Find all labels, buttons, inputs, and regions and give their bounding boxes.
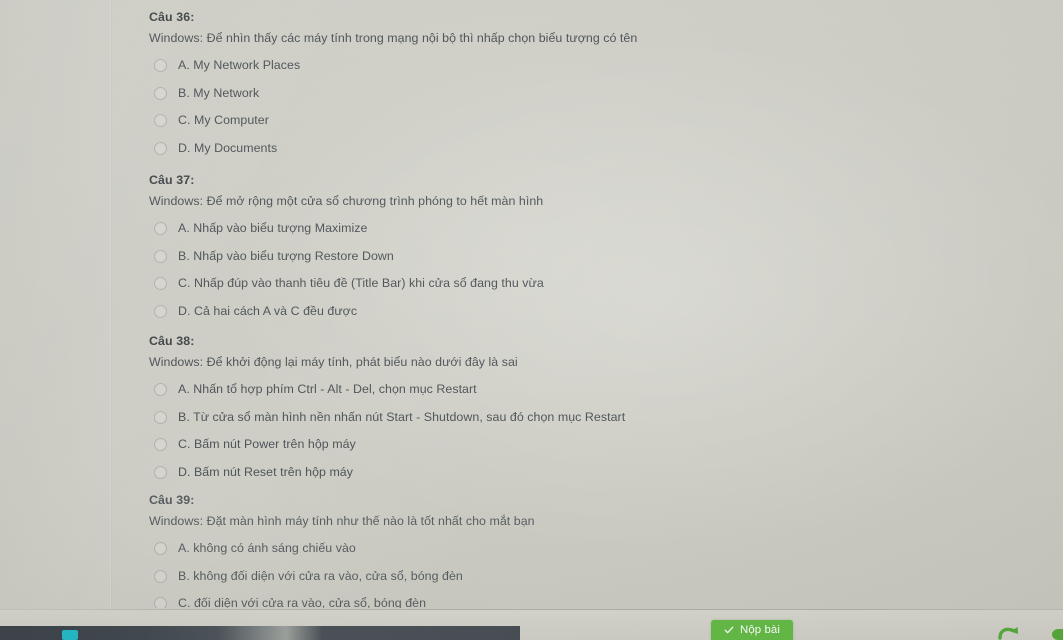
option-label: B. không đối diện với cửa ra vào, cửa sổ… [178, 568, 463, 583]
option-38-b[interactable]: B. Từ cửa sổ màn hình nền nhấn nút Start… [149, 404, 1029, 432]
option-36-c[interactable]: C. My Computer [149, 107, 1029, 135]
option-label: A. Nhấn tổ hợp phím Ctrl - Alt - Del, ch… [178, 382, 477, 397]
option-39-b[interactable]: B. không đối diện với cửa ra vào, cửa sổ… [149, 563, 1029, 591]
submit-button-label: Nộp bài [740, 624, 780, 636]
option-39-c[interactable]: C. đối diện với cửa ra vào, cửa sổ, bóng… [149, 590, 1029, 608]
radio-icon[interactable] [154, 569, 167, 583]
redo-arrow-icon[interactable] [996, 622, 1022, 640]
option-label: C. Bấm nút Power trên hộp máy [178, 437, 356, 452]
radio-icon[interactable] [154, 410, 167, 424]
question-text-37: Windows: Để mở rộng một cửa sổ chương tr… [149, 194, 544, 208]
option-36-a[interactable]: A. My Network Places [149, 52, 1029, 80]
radio-icon[interactable] [154, 222, 167, 236]
option-label: D. Bấm nút Reset trên hộp máy [178, 465, 353, 480]
radio-icon[interactable] [154, 249, 167, 263]
option-label: C. Nhấp đúp vào thanh tiêu đề (Title Bar… [178, 276, 544, 291]
radio-icon[interactable] [154, 86, 167, 100]
question-block-36: Câu 36: Windows: Để nhìn thấy các máy tí… [149, 10, 1029, 162]
radio-icon[interactable] [154, 542, 167, 556]
option-label: D. My Documents [178, 141, 278, 156]
option-37-c[interactable]: C. Nhấp đúp vào thanh tiêu đề (Title Bar… [149, 270, 1029, 298]
radio-icon[interactable] [154, 114, 167, 128]
option-label: C. đối diện với cửa ra vào, cửa sổ, bóng… [178, 596, 427, 608]
option-label: D. Cả hai cách A và C đều được [178, 304, 358, 319]
option-label: A. không có ánh sáng chiếu vào [178, 541, 356, 556]
radio-icon[interactable] [154, 142, 167, 156]
question-number-39: Câu 39: [149, 493, 195, 507]
option-label: B. My Network [178, 85, 260, 100]
radio-icon[interactable] [154, 597, 167, 608]
option-38-c[interactable]: C. Bấm nút Power trên hộp máy [149, 431, 1029, 459]
radio-icon[interactable] [154, 59, 167, 73]
radio-icon[interactable] [154, 277, 167, 291]
option-38-a[interactable]: A. Nhấn tổ hợp phím Ctrl - Alt - Del, ch… [149, 376, 1029, 404]
question-number-36: Câu 36: [149, 10, 195, 24]
option-37-b[interactable]: B. Nhấp vào biểu tượng Restore Down [149, 243, 1029, 271]
question-block-38: Câu 38: Windows: Để khởi động lại máy tí… [149, 334, 1029, 486]
question-text-39: Windows: Đặt màn hình máy tính như thế n… [149, 514, 535, 528]
options-list-38: A. Nhấn tổ hợp phím Ctrl - Alt - Del, ch… [149, 376, 1029, 486]
radio-icon[interactable] [154, 383, 167, 397]
question-text-36: Windows: Để nhìn thấy các máy tính trong… [149, 31, 638, 45]
taskbar-app-icon[interactable] [62, 630, 78, 640]
question-block-37: Câu 37: Windows: Để mở rộng một cửa sổ c… [149, 173, 1029, 325]
green-status-dot[interactable] [1052, 629, 1063, 640]
radio-icon[interactable] [154, 466, 167, 480]
option-label: B. Từ cửa sổ màn hình nền nhấn nút Start… [178, 409, 626, 424]
option-label: C. My Computer [178, 113, 269, 128]
option-37-d[interactable]: D. Cả hai cách A và C đều được [149, 298, 1029, 326]
option-37-a[interactable]: A. Nhấp vào biểu tượng Maximize [149, 215, 1029, 243]
options-list-36: A. My Network Places B. My Network C. My… [149, 52, 1029, 162]
options-list-39: A. không có ánh sáng chiếu vào B. không … [149, 535, 1029, 608]
quiz-question-list: Câu 36: Windows: Để nhìn thấy các máy tí… [0, 0, 1063, 608]
submit-button[interactable]: Nộp bài [711, 620, 793, 640]
option-39-a[interactable]: A. không có ánh sáng chiếu vào [149, 535, 1029, 563]
options-list-37: A. Nhấp vào biểu tượng Maximize B. Nhấp … [149, 215, 1029, 325]
radio-icon[interactable] [154, 305, 167, 319]
radio-icon[interactable] [154, 438, 167, 452]
question-number-38: Câu 38: [149, 334, 195, 348]
option-36-d[interactable]: D. My Documents [149, 135, 1029, 163]
option-36-b[interactable]: B. My Network [149, 80, 1029, 108]
option-38-d[interactable]: D. Bấm nút Reset trên hộp máy [149, 459, 1029, 487]
question-number-37: Câu 37: [149, 173, 195, 187]
question-text-38: Windows: Để khởi động lại máy tính, phát… [149, 355, 518, 369]
question-block-39: Câu 39: Windows: Đặt màn hình máy tính n… [149, 493, 1029, 608]
option-label: A. My Network Places [178, 58, 301, 73]
quiz-screen-photo: Câu 36: Windows: Để nhìn thấy các máy tí… [0, 0, 1063, 640]
check-icon [724, 626, 734, 634]
option-label: B. Nhấp vào biểu tượng Restore Down [178, 248, 394, 263]
option-label: A. Nhấp vào biểu tượng Maximize [178, 221, 368, 236]
os-taskbar-strip [0, 626, 520, 640]
